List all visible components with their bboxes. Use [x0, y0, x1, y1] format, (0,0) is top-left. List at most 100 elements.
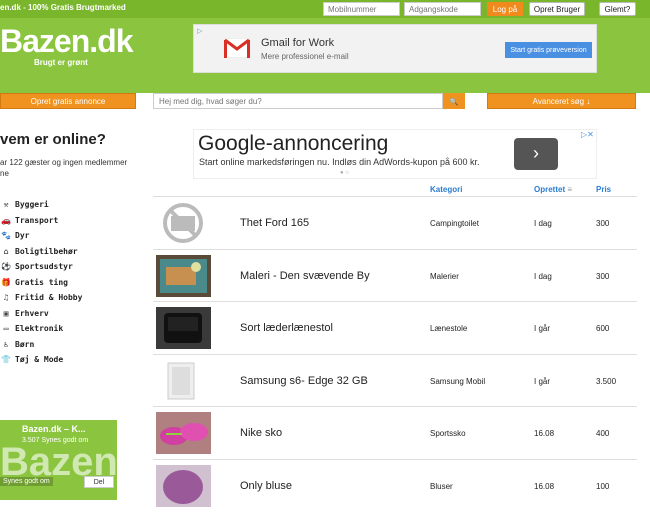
listing-date: I dag [534, 219, 552, 228]
listing-price: 300 [596, 219, 610, 228]
col-header-price[interactable]: Pris [596, 185, 611, 194]
listing-thumbnail[interactable] [156, 307, 211, 349]
category-label: Byggeri [15, 200, 49, 210]
search-input[interactable] [153, 93, 443, 109]
category-label: Tøj & Mode [15, 355, 64, 365]
listing-date: I går [534, 324, 551, 333]
category-item[interactable]: ♿ Børn [0, 337, 140, 353]
login-button[interactable]: Log på [487, 2, 523, 16]
listing-thumbnail[interactable] [156, 202, 211, 244]
site-tagline: en.dk - 100% Gratis Brugtmarked [0, 3, 126, 12]
listing-row[interactable]: Samsung s6- Edge 32 GB Samsung Mobil I går… [153, 353, 637, 407]
hammer-icon: ⚒ [3, 200, 9, 210]
fb-like-button[interactable]: Synes godt om [0, 477, 53, 486]
listing-category: Campingtoilet [430, 219, 479, 228]
listing-row[interactable]: Maleri - Den svævende By Malerier I dag 300 [153, 248, 637, 302]
ad-cta-button[interactable]: Start gratis prøveversion [505, 42, 592, 58]
category-label: Dyr [15, 231, 30, 241]
listing-date: I dag [534, 271, 552, 281]
advanced-search-button[interactable]: Avanceret søg ↓ [487, 93, 636, 109]
listing-title[interactable]: Nike sko [240, 427, 282, 439]
listing-row[interactable]: Sort læderlænestol Lænestole I går 600 [153, 301, 637, 354]
category-item[interactable]: ⚽ Sportsudstyr [0, 259, 140, 275]
ad-choices-icon[interactable]: ▷ [197, 27, 202, 35]
fb-page-title[interactable]: Bazen.dk – K... [22, 424, 86, 434]
listing-title[interactable]: Only bluse [240, 480, 292, 492]
listing-thumbnail[interactable] [156, 412, 211, 454]
col-header-created[interactable]: Oprettet ≡ [534, 185, 572, 194]
google-ad-banner[interactable]: Google-annoncering Start online markedsf… [193, 129, 597, 179]
ad2-arrow-icon[interactable]: › [514, 138, 558, 170]
paw-icon: 🐾 [1, 231, 11, 241]
listing-category: Bluser [430, 481, 453, 491]
category-item[interactable]: 👕 Tøj & Mode [0, 352, 140, 368]
listing-date: 16.08 [534, 429, 555, 438]
listing-price: 3.500 [596, 376, 617, 386]
category-item[interactable]: ▣ Erhverv [0, 306, 140, 322]
listing-price: 300 [596, 271, 610, 281]
listing-title[interactable]: Thet Ford 165 [240, 217, 309, 229]
listing-row[interactable]: Only bluse Bluser 16.08 100 [153, 458, 637, 512]
listing-price: 600 [596, 324, 610, 333]
ad2-headline: Google-annoncering [198, 132, 389, 155]
monitor-icon: ▭ [3, 324, 9, 334]
gmail-icon [224, 38, 250, 58]
create-ad-button[interactable]: Opret gratis annonce [0, 93, 136, 109]
listing-date: 16.08 [534, 481, 555, 491]
create-user-button[interactable]: Opret Bruger [529, 2, 585, 16]
listing-date: I går [534, 376, 551, 386]
listing-category: Lænestole [430, 324, 468, 333]
online-status-text: ar 122 gæster og ingen medlemmer ne [0, 158, 128, 178]
category-label: Elektronik [15, 324, 64, 334]
facebook-widget[interactable]: Bazen Bazen.dk – K... 3.507 Synes godt o… [0, 420, 117, 500]
listing-row[interactable]: Thet Ford 165 Campingtoilet I dag 300 [153, 196, 637, 249]
site-logo[interactable]: Bazen.dk [0, 23, 133, 60]
listing-title[interactable]: Maleri - Den svævende By [240, 270, 370, 282]
sofa-icon: ⌂ [3, 246, 9, 256]
logo-subtitle: Brugt er grønt [34, 58, 88, 67]
ad2-description: Start online markedsføringen nu. Indløs … [199, 157, 480, 167]
sort-icon: ≡ [567, 185, 573, 194]
guitar-icon: ♫ [3, 293, 9, 303]
category-label: Boligtilbehør [15, 246, 78, 256]
category-item[interactable]: ⚒ Byggeri [0, 197, 140, 213]
fb-share-button[interactable]: Del [84, 476, 114, 488]
category-list: ⚒ Byggeri 🚗 Transport 🐾 Dyr ⌂ Boligtilbehør ⚽ Spo… [0, 197, 140, 368]
category-item[interactable]: ♫ Fritid & Hobby [0, 290, 140, 306]
category-item[interactable]: ⌂ Boligtilbehør [0, 244, 140, 260]
gift-icon: 🎁 [1, 277, 11, 287]
search-button[interactable]: 🔍 [443, 93, 465, 109]
ad2-close-icon[interactable]: ▷✕ [581, 130, 594, 139]
listing-category: Samsung Mobil [430, 376, 486, 386]
forgot-password-button[interactable]: Glemt? [599, 2, 636, 16]
listing-thumbnail[interactable] [156, 254, 211, 297]
listing-thumbnail[interactable] [156, 359, 211, 402]
ad-subtitle: Mere professionel e-mail [261, 52, 349, 61]
listing-category: Sportssko [430, 429, 466, 438]
category-label: Erhverv [15, 308, 49, 318]
category-item[interactable]: 🎁 Gratis ting [0, 275, 140, 291]
listing-title[interactable]: Samsung s6- Edge 32 GB [240, 375, 368, 387]
ball-icon: ⚽ [1, 262, 11, 272]
category-item[interactable]: 🐾 Dyr [0, 228, 140, 244]
category-item[interactable]: 🚗 Transport [0, 213, 140, 229]
shirt-icon: 👕 [1, 355, 11, 365]
listing-price: 100 [596, 481, 610, 491]
listing-price: 400 [596, 429, 610, 438]
listing-title[interactable]: Sort læderlænestol [240, 322, 333, 334]
listing-thumbnail[interactable] [156, 464, 211, 507]
carousel-dots[interactable]: ● ○ [340, 170, 349, 176]
fb-like-count: 3.507 Synes godt om [22, 437, 89, 444]
col-header-category[interactable]: Kategori [430, 185, 462, 194]
car-icon: 🚗 [1, 215, 11, 225]
ad-title: Gmail for Work [261, 37, 335, 49]
briefcase-icon: ▣ [3, 308, 9, 318]
listing-table: Thet Ford 165 Campingtoilet I dag 300 Maleri… [153, 196, 637, 511]
mobile-number-input[interactable] [323, 2, 400, 16]
category-label: Fritid & Hobby [15, 293, 83, 303]
listing-row[interactable]: Nike sko Sportssko 16.08 400 [153, 406, 637, 459]
category-item[interactable]: ▭ Elektronik [0, 321, 140, 337]
password-input[interactable] [404, 2, 481, 16]
gmail-ad-banner[interactable]: ▷ Gmail for Work Mere professionel e-mai… [193, 24, 597, 73]
top-bar: en.dk - 100% Gratis Brugtmarked Log på O… [0, 0, 650, 18]
